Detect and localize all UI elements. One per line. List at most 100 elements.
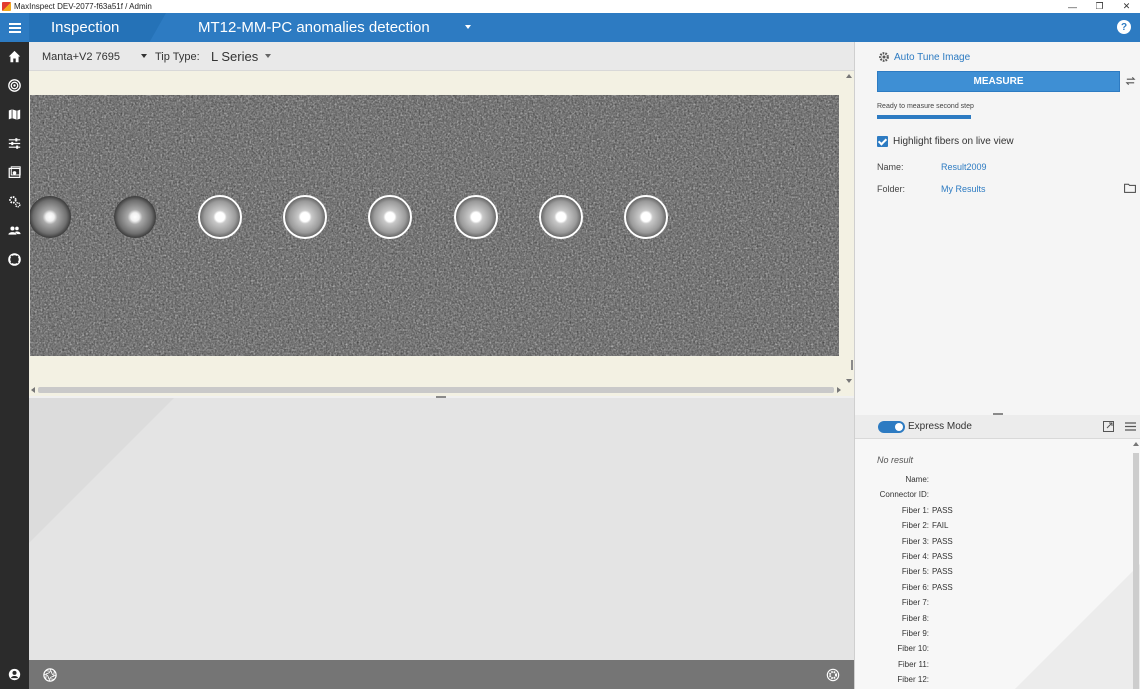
folder-value-link[interactable]: My Results bbox=[941, 184, 986, 194]
result-row-label: Fiber 6: bbox=[901, 583, 929, 592]
result-row-value: FAIL bbox=[932, 521, 949, 530]
popout-icon[interactable] bbox=[1103, 421, 1114, 432]
gears-icon bbox=[9, 196, 21, 208]
result-row-label: Fiber 2: bbox=[901, 521, 929, 530]
result-row-label: Connector ID: bbox=[879, 490, 929, 499]
results-canvas-area bbox=[29, 398, 854, 660]
nav-config[interactable] bbox=[0, 187, 29, 216]
fiber-core bbox=[114, 196, 156, 238]
nav-support[interactable] bbox=[0, 245, 29, 274]
account-icon bbox=[8, 668, 21, 681]
nav-inspection[interactable] bbox=[0, 71, 29, 100]
result-row-label: Fiber 11: bbox=[898, 660, 929, 669]
fiber-core bbox=[283, 195, 327, 239]
highlight-fibers-label: Highlight fibers on live view bbox=[893, 136, 1014, 147]
scrollbar-thumb[interactable] bbox=[38, 387, 834, 393]
swap-arrows-icon[interactable] bbox=[1125, 75, 1136, 87]
menu-icon[interactable] bbox=[1125, 422, 1136, 431]
camera-select[interactable]: Manta+V2 7695 bbox=[42, 51, 120, 63]
no-result-text: No result bbox=[877, 455, 914, 465]
scrollbar-thumb[interactable] bbox=[1133, 453, 1139, 689]
fiber-core bbox=[368, 195, 412, 239]
scroll-up-arrow-icon[interactable] bbox=[1133, 442, 1139, 446]
result-row-value: PASS bbox=[932, 552, 953, 561]
decorative-wedge bbox=[29, 398, 174, 543]
fiber-core bbox=[624, 195, 668, 239]
measurement-panel: Auto Tune Image MEASURE Ready to measure… bbox=[854, 42, 1140, 415]
photo-icon bbox=[8, 166, 21, 178]
result-row-label: Name: bbox=[905, 475, 929, 484]
vertical-scrollbar[interactable] bbox=[843, 71, 854, 386]
scroll-left-arrow-icon[interactable] bbox=[31, 387, 35, 393]
vertical-splitter-handle[interactable] bbox=[851, 360, 853, 370]
result-row-value: PASS bbox=[932, 583, 953, 592]
home-icon bbox=[8, 50, 21, 63]
nav-map[interactable] bbox=[0, 100, 29, 129]
measure-progress-bar bbox=[877, 115, 971, 119]
left-navigation bbox=[0, 42, 29, 689]
measure-button[interactable]: MEASURE bbox=[877, 71, 1120, 92]
target-icon bbox=[8, 79, 21, 92]
tip-type-select[interactable]: L Series bbox=[211, 49, 258, 64]
result-row-label: Fiber 1: bbox=[901, 506, 929, 515]
result-row-value: PASS bbox=[932, 537, 953, 546]
results-panel: Express Mode No result Name: Connector ID… bbox=[854, 415, 1140, 689]
auto-tune-image-link[interactable]: Auto Tune Image bbox=[878, 51, 970, 63]
result-row-value: PASS bbox=[932, 567, 953, 576]
name-label: Name: bbox=[877, 162, 904, 172]
restore-button[interactable]: ❐ bbox=[1086, 0, 1113, 13]
result-row-label: Fiber 3: bbox=[901, 537, 929, 546]
express-mode-toggle[interactable] bbox=[878, 421, 905, 433]
results-scrollbar[interactable] bbox=[1131, 439, 1140, 689]
horizontal-scrollbar[interactable] bbox=[30, 385, 842, 395]
auto-tune-label: Auto Tune Image bbox=[894, 51, 971, 63]
name-value-field[interactable]: Result2009 bbox=[941, 162, 987, 172]
result-row-label: Fiber 7: bbox=[901, 598, 929, 607]
chevron-down-icon[interactable] bbox=[265, 54, 271, 58]
minimize-button[interactable]: — bbox=[1059, 0, 1086, 13]
scroll-up-arrow-icon[interactable] bbox=[846, 74, 852, 78]
help-button[interactable]: ? bbox=[1117, 20, 1131, 34]
window-titlebar: MaxInspect DEV-2077-f63a51f / Admin — ❐ … bbox=[0, 0, 1140, 13]
progress-fill bbox=[877, 115, 971, 119]
tip-type-label: Tip Type: bbox=[155, 51, 200, 63]
map-icon bbox=[8, 109, 21, 120]
express-mode-label: Express Mode bbox=[908, 421, 972, 432]
highlight-fibers-checkbox[interactable]: Highlight fibers on live view bbox=[877, 136, 1014, 147]
live-view-toolbar: Manta+V2 7695 Tip Type: L Series bbox=[29, 42, 854, 71]
hamburger-menu-button[interactable] bbox=[0, 13, 29, 42]
nav-users[interactable] bbox=[0, 216, 29, 245]
shutter-icon[interactable] bbox=[43, 668, 57, 682]
fiber-endface-image[interactable] bbox=[30, 95, 839, 356]
nav-home[interactable] bbox=[0, 42, 29, 71]
fiber-core bbox=[198, 195, 242, 239]
app-logo-icon bbox=[2, 2, 11, 11]
chevron-down-icon[interactable] bbox=[465, 25, 471, 29]
bottom-toolbar bbox=[29, 660, 854, 689]
settings-gear-icon[interactable] bbox=[826, 668, 840, 682]
chevron-down-icon[interactable] bbox=[141, 54, 147, 58]
app-header: Inspection MT12-MM-PC anomalies detectio… bbox=[0, 13, 1140, 42]
folder-label: Folder: bbox=[877, 184, 906, 194]
close-button[interactable]: ✕ bbox=[1113, 0, 1140, 13]
checkbox-checked-icon[interactable] bbox=[877, 136, 888, 147]
page-title[interactable]: MT12-MM-PC anomalies detection bbox=[198, 13, 430, 42]
nav-settings-sliders[interactable] bbox=[0, 129, 29, 158]
users-icon bbox=[8, 226, 21, 235]
nav-gallery[interactable] bbox=[0, 158, 29, 187]
folder-icon[interactable] bbox=[1124, 183, 1136, 193]
result-row-label: Fiber 9: bbox=[901, 629, 929, 638]
hamburger-icon bbox=[8, 26, 21, 29]
nav-account[interactable] bbox=[0, 660, 29, 689]
lifebuoy-icon bbox=[8, 253, 21, 266]
scroll-down-arrow-icon[interactable] bbox=[846, 379, 852, 383]
gear-icon bbox=[879, 52, 889, 62]
result-row-value: PASS bbox=[932, 506, 953, 515]
result-row-label: Fiber 4: bbox=[901, 552, 929, 561]
live-view[interactable] bbox=[29, 71, 854, 396]
measure-status-text: Ready to measure second step bbox=[877, 103, 974, 110]
window-controls: — ❐ ✕ bbox=[1059, 0, 1140, 13]
scroll-right-arrow-icon[interactable] bbox=[837, 387, 841, 393]
result-row-label: Fiber 12: bbox=[897, 675, 929, 684]
result-row-label: Fiber 5: bbox=[901, 567, 929, 576]
